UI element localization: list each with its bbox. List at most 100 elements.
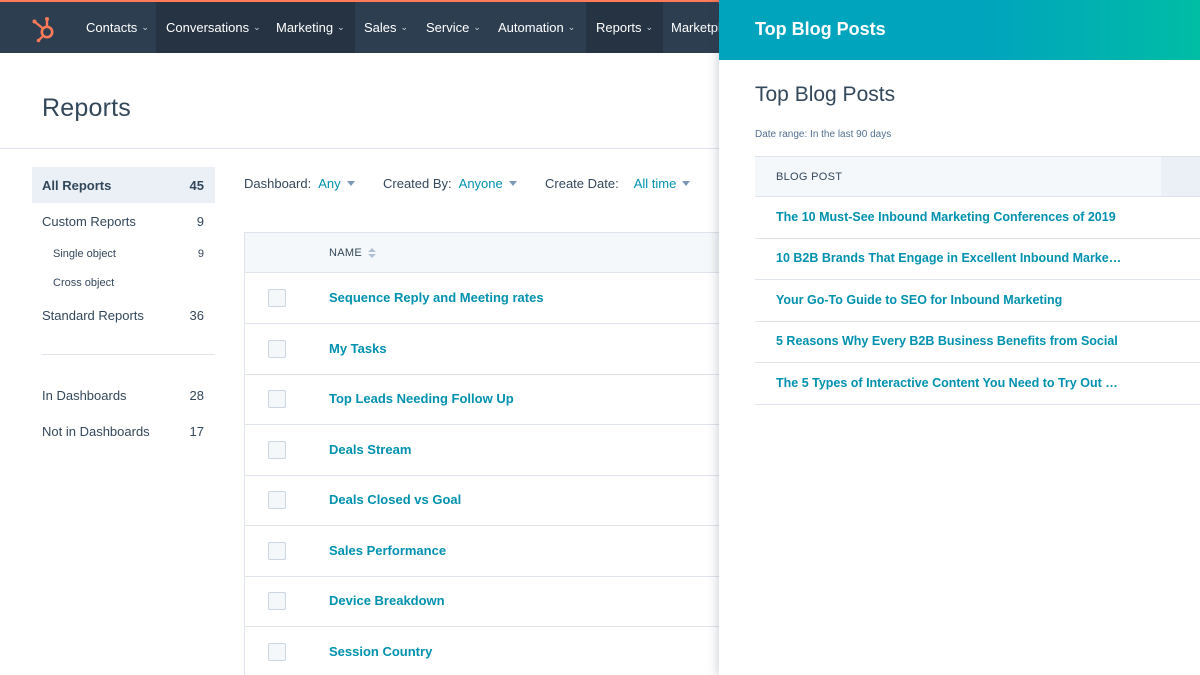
sidebar-item-count: 28 bbox=[189, 387, 204, 403]
filter-value: Anyone bbox=[458, 176, 503, 191]
sidebar-item-cross-object[interactable]: Cross object bbox=[32, 270, 215, 296]
table-row: Deals Stream bbox=[245, 425, 725, 476]
row-checkbox[interactable] bbox=[268, 592, 286, 610]
table-header: NAME bbox=[245, 232, 725, 273]
nav-sales[interactable]: Sales ⌄ bbox=[354, 2, 418, 53]
blog-post-link[interactable]: The 10 Must-See Inbound Marketing Confer… bbox=[776, 210, 1116, 224]
filter-value: Any bbox=[318, 176, 341, 191]
nav-conversations[interactable]: Conversations ⌄ bbox=[156, 2, 271, 53]
sidebar-item-custom-reports[interactable]: Custom Reports 9 bbox=[32, 203, 215, 239]
filter-value: All time bbox=[633, 176, 677, 191]
sidebar-item-label: Single object bbox=[53, 248, 116, 260]
sidebar-item-count: 36 bbox=[189, 307, 204, 323]
sidebar-item-count: 45 bbox=[189, 177, 204, 193]
sidebar-item-in-dashboards[interactable]: In Dashboards 28 bbox=[32, 377, 215, 413]
reports-table: NAME Sequence Reply and Meeting rates My… bbox=[244, 232, 725, 675]
row-checkbox[interactable] bbox=[268, 643, 286, 661]
sidebar-item-label: Cross object bbox=[53, 277, 115, 289]
sidebar-item-not-in-dashboards[interactable]: Not in Dashboards 17 bbox=[32, 413, 215, 449]
blog-post-link[interactable]: 5 Reasons Why Every B2B Business Benefit… bbox=[776, 334, 1121, 348]
row-checkbox[interactable] bbox=[268, 542, 286, 560]
table-row: Deals Closed vs Goal bbox=[245, 475, 725, 526]
column-header-label: NAME bbox=[329, 247, 362, 259]
nav-label: Automation bbox=[498, 20, 564, 35]
panel-report-title: Top Blog Posts bbox=[755, 83, 896, 106]
caret-down-icon bbox=[682, 181, 691, 186]
sidebar-item-label: Custom Reports bbox=[42, 213, 136, 229]
row-checkbox[interactable] bbox=[268, 289, 286, 307]
report-link[interactable]: Deals Stream bbox=[329, 442, 411, 457]
hubspot-logo-icon[interactable] bbox=[30, 14, 60, 44]
row-checkbox[interactable] bbox=[268, 491, 286, 509]
report-link[interactable]: My Tasks bbox=[329, 341, 387, 356]
nav-label: Conversations bbox=[166, 20, 250, 35]
nav-label: Service bbox=[426, 20, 470, 35]
report-link[interactable]: Session Country bbox=[329, 644, 432, 659]
blog-table-header: BLOG POST bbox=[755, 156, 1200, 197]
column-header-next[interactable] bbox=[1161, 157, 1200, 196]
report-preview-panel: Top Blog Posts Top Blog Posts Date range… bbox=[719, 0, 1200, 675]
table-row: Session Country bbox=[245, 627, 725, 675]
table-row: Device Breakdown bbox=[245, 576, 725, 627]
blog-row: Your Go-To Guide to SEO for Inbound Mark… bbox=[755, 280, 1200, 322]
chevron-down-icon: ⌄ bbox=[645, 22, 654, 32]
chevron-down-icon: ⌄ bbox=[253, 22, 261, 32]
report-link[interactable]: Top Leads Needing Follow Up bbox=[329, 391, 514, 406]
filter-label: Create Date: bbox=[545, 176, 619, 191]
nav-label: Reports bbox=[596, 20, 642, 35]
sidebar-item-label: All Reports bbox=[42, 177, 112, 193]
column-header-blog-post[interactable]: BLOG POST bbox=[776, 171, 842, 183]
chevron-down-icon: ⌄ bbox=[567, 22, 576, 32]
sidebar-item-count: 9 bbox=[196, 213, 204, 229]
report-link[interactable]: Deals Closed vs Goal bbox=[329, 492, 461, 507]
sidebar-item-standard-reports[interactable]: Standard Reports 36 bbox=[32, 297, 215, 333]
nav-contacts[interactable]: Contacts ⌄ bbox=[76, 2, 159, 53]
nav-service[interactable]: Service ⌄ bbox=[416, 2, 491, 53]
nav-label: Marketing bbox=[276, 20, 334, 35]
nav-reports[interactable]: Reports ⌄ bbox=[586, 2, 664, 53]
sidebar-item-label: Not in Dashboards bbox=[42, 423, 150, 439]
filter-label: Created By: bbox=[383, 176, 452, 191]
row-checkbox[interactable] bbox=[268, 441, 286, 459]
header-divider bbox=[0, 148, 720, 149]
table-row: My Tasks bbox=[245, 324, 725, 375]
blog-row: 5 Reasons Why Every B2B Business Benefit… bbox=[755, 321, 1200, 363]
filter-created-by[interactable]: Created By: Anyone bbox=[383, 176, 517, 191]
report-link[interactable]: Sales Performance bbox=[329, 543, 446, 558]
row-checkbox[interactable] bbox=[268, 340, 286, 358]
blog-post-link[interactable]: Your Go-To Guide to SEO for Inbound Mark… bbox=[776, 293, 1062, 307]
sidebar-divider bbox=[42, 354, 215, 355]
row-checkbox[interactable] bbox=[268, 390, 286, 408]
nav-label: Marketpl bbox=[671, 20, 721, 35]
sidebar-item-single-object[interactable]: Single object 9 bbox=[32, 241, 215, 267]
sidebar-item-count: 9 bbox=[197, 248, 204, 260]
report-link[interactable]: Device Breakdown bbox=[329, 593, 445, 608]
nav-label: Contacts bbox=[86, 20, 138, 35]
table-row: Top Leads Needing Follow Up bbox=[245, 374, 725, 425]
column-header-name[interactable]: NAME bbox=[329, 247, 376, 259]
date-range-text: Date range: In the last 90 days bbox=[755, 129, 892, 140]
caret-down-icon bbox=[346, 181, 355, 186]
chevron-down-icon: ⌄ bbox=[473, 22, 481, 32]
caret-down-icon bbox=[508, 181, 517, 186]
sidebar-item-label: Standard Reports bbox=[42, 307, 144, 323]
blog-post-link[interactable]: 10 B2B Brands That Engage in Excellent I… bbox=[776, 251, 1121, 265]
chevron-down-icon: ⌄ bbox=[141, 22, 149, 32]
blog-row: 10 B2B Brands That Engage in Excellent I… bbox=[755, 238, 1200, 280]
table-row: Sequence Reply and Meeting rates bbox=[245, 273, 725, 324]
blog-row: The 5 Types of Interactive Content You N… bbox=[755, 363, 1200, 405]
blog-row: The 10 Must-See Inbound Marketing Confer… bbox=[755, 197, 1200, 239]
sidebar-item-all-reports[interactable]: All Reports 45 bbox=[32, 167, 215, 203]
blog-post-link[interactable]: The 5 Types of Interactive Content You N… bbox=[776, 376, 1118, 390]
nav-marketing[interactable]: Marketing ⌄ bbox=[266, 2, 355, 53]
report-link[interactable]: Sequence Reply and Meeting rates bbox=[329, 290, 544, 305]
sidebar-item-count: 17 bbox=[189, 423, 204, 439]
chevron-down-icon: ⌄ bbox=[337, 22, 345, 32]
filter-create-date[interactable]: Create Date: All time bbox=[545, 176, 691, 191]
filter-dashboard[interactable]: Dashboard: Any bbox=[244, 176, 355, 191]
nav-label: Sales bbox=[364, 20, 397, 35]
chevron-down-icon: ⌄ bbox=[400, 22, 409, 32]
sort-icon[interactable] bbox=[367, 248, 376, 258]
nav-automation[interactable]: Automation ⌄ bbox=[488, 2, 585, 53]
sidebar-item-label: In Dashboards bbox=[42, 387, 127, 403]
